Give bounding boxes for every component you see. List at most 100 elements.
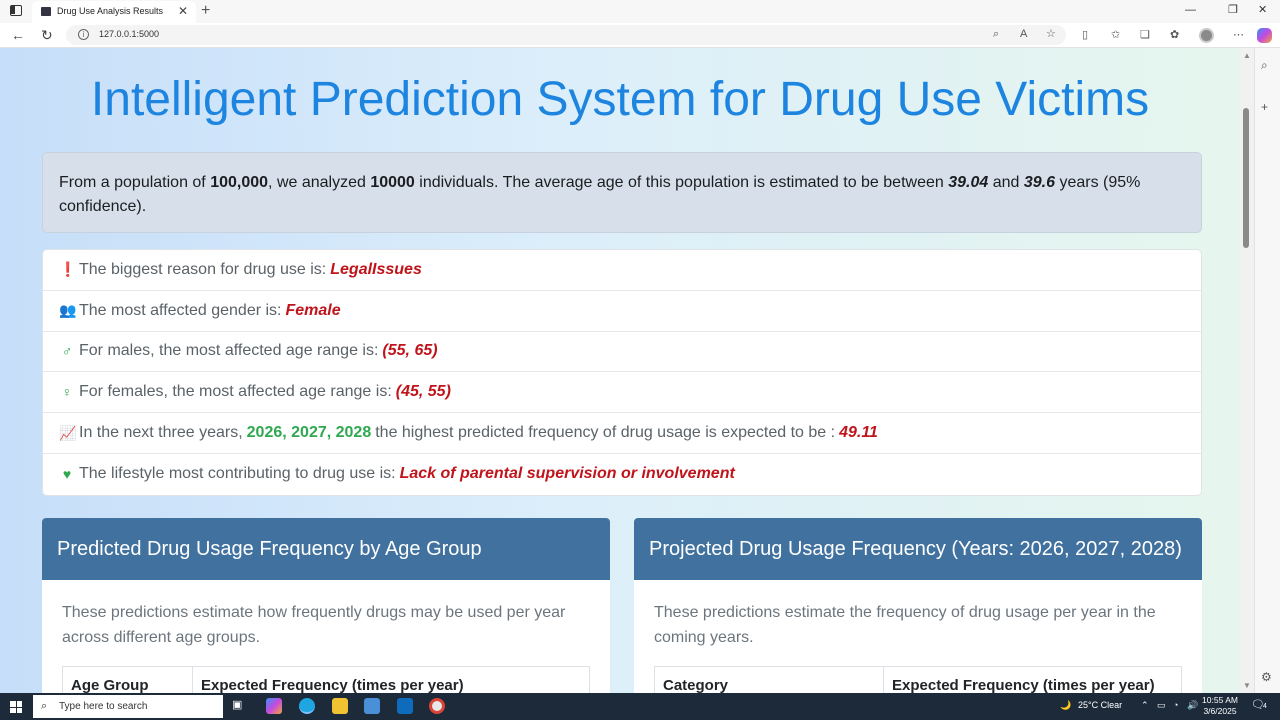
split-screen-icon[interactable]: ▯ [1082,28,1088,42]
projection-card: Projected Drug Usage Frequency (Years: 2… [634,518,1202,693]
sidebar-add-icon[interactable]: + [1261,100,1268,114]
age-low-value: 39.04 [948,174,989,191]
url-field[interactable]: i 127.0.0.1:5000 ⌕ A ☆ [66,25,1066,45]
extension-icon[interactable]: ✿ [1170,28,1179,42]
population-summary: From a population of 100,000, we analyze… [42,152,1202,233]
insight-label: In the next three years, [79,424,243,442]
age-high-value: 39.6 [1023,174,1055,191]
chrome-icon[interactable] [429,698,445,714]
weather-icon[interactable]: 🌙 [1060,700,1071,711]
minimize-icon[interactable]: — [1185,3,1196,17]
windows-taskbar: ⌕ Type here to search ▣ 🌙 25°C Clear ⌃ ▭… [0,693,1280,720]
edge-sidebar: ⌕ + ⚙ [1254,48,1280,693]
insight-label: the highest predicted frequency of drug … [375,424,836,442]
list-item: ❗ The biggest reason for drug use is: Le… [43,250,1201,291]
scroll-up-icon[interactable]: ▲ [1243,51,1251,60]
analyzed-count: 10000 [370,174,415,191]
collections-icon[interactable]: ❏ [1140,28,1150,42]
summary-text: individuals. The average age of this pop… [414,174,949,191]
list-item: ♀ For females, the most affected age ran… [43,372,1201,414]
windows-start-icon[interactable] [10,701,22,713]
favorite-star-icon[interactable]: ☆ [1046,28,1056,41]
projection-table: Category Expected Frequency (times per y… [654,666,1182,693]
clock-time: 10:55 AM [1202,695,1238,705]
search-placeholder: Type here to search [59,701,148,712]
insight-label: The lifestyle most contributing to drug … [79,465,396,483]
insight-value: 49.11 [839,424,878,442]
insight-value: (55, 65) [382,342,438,360]
sidebar-search-icon[interactable]: ⌕ [1261,58,1268,72]
list-item: ♂ For males, the most affected age range… [43,332,1201,373]
tab-actions-icon[interactable] [10,5,22,16]
insights-list: ❗ The biggest reason for drug use is: Le… [42,249,1202,496]
card-title: Predicted Drug Usage Frequency by Age Gr… [42,518,610,580]
table-header-row: Age Group Expected Frequency (times per … [62,666,590,693]
users-icon: 👥 [59,302,77,319]
tray-wifi-icon[interactable]: ◔ [1173,700,1178,710]
male-icon: ♂ [61,343,73,360]
copilot-taskbar-icon[interactable] [266,698,282,714]
insight-label: The most affected gender is: [79,301,282,319]
sidebar-settings-icon[interactable]: ⚙ [1261,670,1272,684]
column-header: Category [654,666,884,693]
tab-close-icon[interactable]: ✕ [178,4,188,18]
summary-text: , we analyzed [268,174,371,191]
copilot-icon[interactable] [1257,28,1272,43]
insight-value: LegalIssues [330,260,422,278]
insight-label: For females, the most affected age range… [79,383,392,401]
page-viewport: Intelligent Prediction System for Drug U… [0,48,1240,693]
card-description: These predictions estimate the frequency… [654,604,1156,646]
list-item: 📈 In the next three years, 2026, 2027, 2… [43,413,1201,454]
tab-title: Drug Use Analysis Results [57,6,164,16]
column-header: Expected Frequency (times per year) [201,677,464,693]
back-arrow-icon[interactable]: ← [11,27,25,43]
zoom-icon[interactable]: ⌕ [993,28,999,41]
card-description: These predictions estimate how frequentl… [62,604,566,646]
insight-label: For males, the most affected age range i… [79,342,379,360]
browser-tab[interactable]: Drug Use Analysis Results ✕ [32,1,196,23]
url-text[interactable]: 127.0.0.1:5000 [99,29,159,39]
system-clock[interactable]: 10:55 AM 3/6/2025 [1200,695,1240,717]
page-scrollbar[interactable]: ▲ ▼ [1240,48,1254,693]
favorites-icon[interactable]: ✩ [1111,28,1120,42]
outlook-icon[interactable] [397,698,413,714]
maximize-icon[interactable]: ❐ [1228,3,1238,17]
summary-text: From a population of [59,174,211,191]
scroll-down-icon[interactable]: ▼ [1243,681,1251,690]
read-aloud-icon[interactable]: A [1020,28,1027,41]
page-title: Intelligent Prediction System for Drug U… [90,73,1150,126]
tray-volume-icon[interactable]: 🔊 [1187,700,1198,711]
tray-network-icon[interactable]: ▭ [1157,700,1166,711]
insight-value: Lack of parental supervision or involvem… [399,465,735,483]
taskbar-search[interactable]: ⌕ Type here to search [33,695,223,718]
chart-line-icon: 📈 [59,424,77,441]
clock-date: 3/6/2025 [1203,706,1237,716]
browser-tab-bar: Drug Use Analysis Results ✕ + — ❐ ✕ [0,0,1280,23]
profile-avatar[interactable] [1199,28,1214,43]
table-header-row: Category Expected Frequency (times per y… [654,666,1182,693]
store-icon[interactable] [364,698,380,714]
female-icon: ♀ [61,384,73,401]
notification-count: 4 [1263,703,1267,710]
weather-text[interactable]: 25°C Clear [1078,700,1122,710]
exclamation-circle-icon: ❗ [59,261,77,278]
scroll-thumb[interactable] [1243,108,1249,248]
file-explorer-icon[interactable] [332,698,348,714]
list-item: ♥ The lifestyle most contributing to dru… [43,454,1201,495]
summary-text: and [988,174,1024,191]
close-window-icon[interactable]: ✕ [1258,3,1267,17]
column-header: Expected Frequency (times per year) [892,677,1155,693]
search-icon: ⌕ [41,700,48,712]
tray-chevron-icon[interactable]: ⌃ [1141,700,1149,711]
edge-taskbar-icon[interactable] [299,698,315,714]
tab-favicon-icon [41,7,51,16]
refresh-icon[interactable]: ↻ [41,27,53,43]
more-menu-icon[interactable]: ⋯ [1233,28,1244,42]
site-info-icon[interactable]: i [78,29,89,40]
age-group-card: Predicted Drug Usage Frequency by Age Gr… [42,518,610,693]
list-item: 👥 The most affected gender is: Female [43,291,1201,332]
insight-value: (45, 55) [395,383,451,401]
task-view-icon[interactable]: ▣ [232,698,248,714]
new-tab-icon[interactable]: + [201,1,210,21]
heartbeat-icon: ♥ [62,466,72,483]
